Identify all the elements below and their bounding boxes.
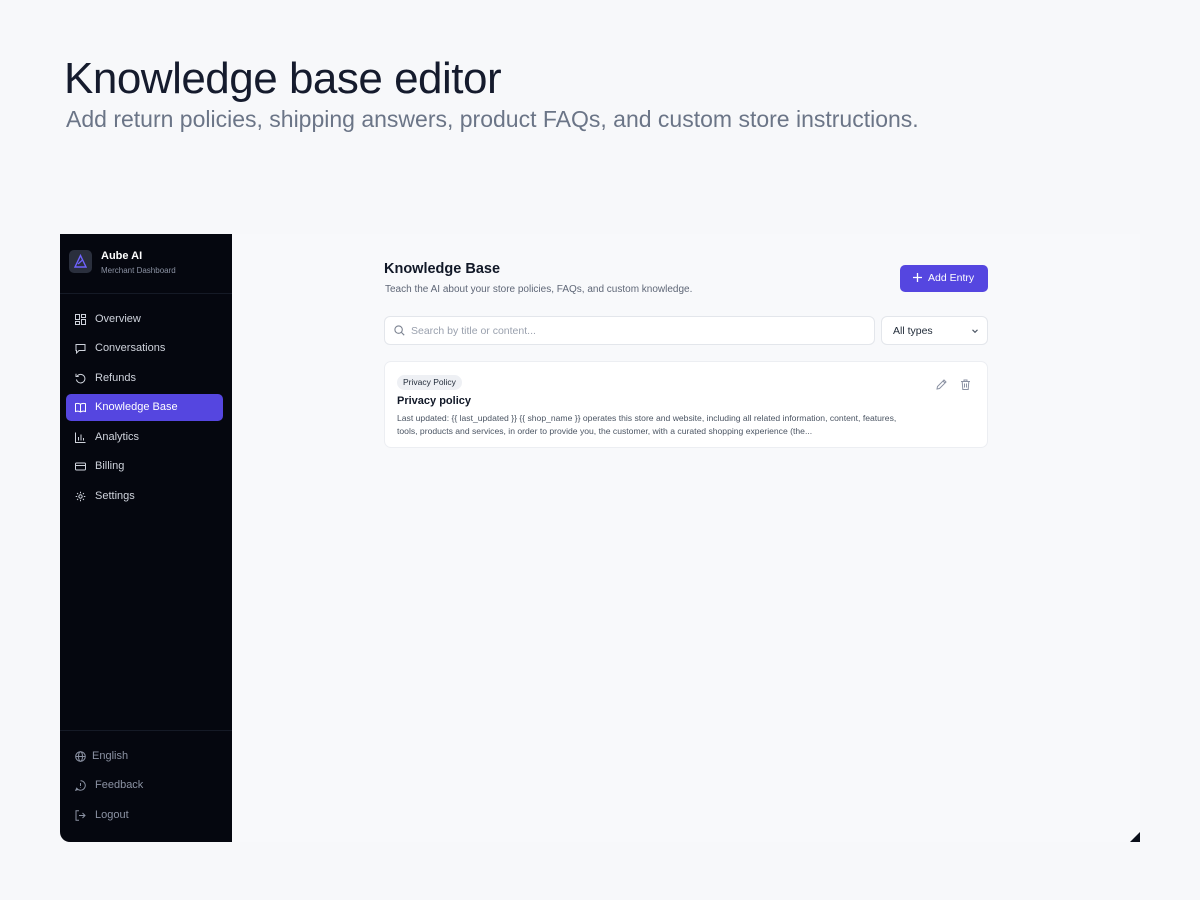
brand-subtitle: Merchant Dashboard [101,266,176,275]
sidebar-divider [60,293,232,294]
sidebar-item-label: Overview [95,313,141,325]
sidebar-item-label: Knowledge Base [95,401,178,413]
sidebar-item-overview[interactable]: Overview [66,306,223,333]
hero-title: Knowledge base editor [64,54,502,103]
sidebar-item-label: Billing [95,460,125,472]
search-icon [394,325,405,336]
type-filter-select[interactable]: All types [881,316,988,345]
brand-name: Aube AI [101,250,143,262]
add-entry-label: Add Entry [928,272,975,284]
trash-icon[interactable] [959,378,972,391]
brand-logo-icon [69,250,92,273]
sidebar-item-label: Refunds [95,372,136,384]
page-subtitle: Teach the AI about your store policies, … [385,284,693,295]
main-content: Knowledge Base Teach the AI about your s… [232,234,1140,842]
brand[interactable]: Aube AI Merchant Dashboard [69,250,229,276]
sidebar-item-label: Analytics [95,431,140,443]
entry-type-badge: Privacy Policy [397,375,462,390]
add-entry-button[interactable]: Add Entry [900,265,988,292]
app-window: Aube AI Merchant Dashboard Overview Conv… [60,234,1140,842]
sidebar-item-analytics[interactable]: Analytics [66,424,223,451]
pencil-icon[interactable] [935,378,948,391]
gear-icon [75,491,86,502]
feedback-label: Feedback [95,779,144,791]
language-selector[interactable]: English [66,743,223,770]
sidebar-item-billing[interactable]: Billing [66,453,223,480]
book-icon [75,402,86,413]
sidebar-item-knowledge-base[interactable]: Knowledge Base [66,394,223,421]
window-corner [1130,832,1140,842]
credit-card-icon [75,462,86,471]
search-input[interactable] [411,321,861,340]
sidebar-item-label: Conversations [95,342,166,354]
type-filter-value: All types [893,325,933,337]
feedback-icon [75,780,86,791]
bar-chart-icon [75,432,86,443]
hero-subtitle: Add return policies, shipping answers, p… [66,106,919,132]
entry-excerpt: Last updated: {{ last_updated }} {{ shop… [397,413,897,436]
logout-button[interactable]: Logout [66,802,223,829]
sidebar-item-label: Settings [95,490,135,502]
language-label: English [92,750,129,762]
chat-bubble-icon [75,344,86,354]
feedback-link[interactable]: Feedback [66,772,223,799]
refund-icon [75,373,86,384]
plus-icon [913,273,922,282]
knowledge-entry-card[interactable]: Privacy Policy Privacy policy Last updat… [384,361,988,448]
logout-icon [75,810,86,821]
sidebar-divider [60,730,232,731]
entry-title: Privacy policy [397,395,471,407]
globe-icon [75,751,86,762]
chevron-down-icon [972,329,978,334]
sidebar-item-settings[interactable]: Settings [66,483,223,510]
logout-label: Logout [95,809,129,821]
sidebar: Aube AI Merchant Dashboard Overview Conv… [60,234,232,842]
search-box[interactable] [384,316,875,345]
page-title: Knowledge Base [384,261,501,277]
sidebar-item-refunds[interactable]: Refunds [66,365,223,392]
grid-icon [75,314,86,325]
sidebar-item-conversations[interactable]: Conversations [66,335,223,362]
